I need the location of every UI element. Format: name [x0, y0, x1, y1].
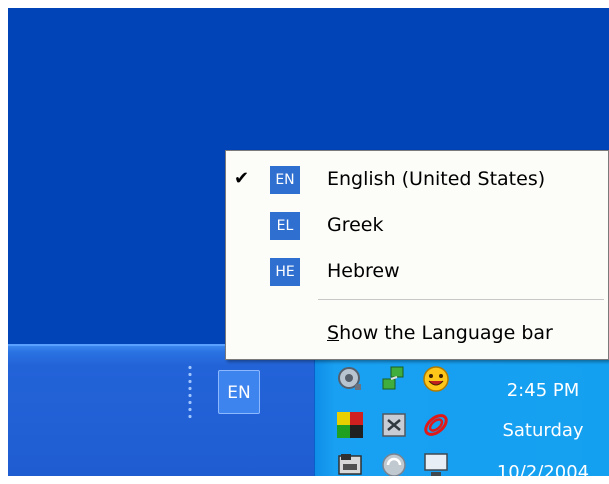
taskbar-grip[interactable]: [188, 364, 192, 420]
language-badge-el: EL: [270, 212, 300, 240]
menu-separator: [318, 299, 604, 300]
red-swirl-icon[interactable]: [421, 410, 451, 440]
language-indicator-button[interactable]: EN: [218, 370, 260, 414]
monitor-icon[interactable]: [421, 450, 451, 476]
menu-item-label: Greek: [327, 214, 384, 236]
clock-date[interactable]: 10/2/2004: [483, 462, 603, 476]
messenger-smiley-icon[interactable]: [421, 364, 451, 394]
speaker-icon[interactable]: [335, 364, 365, 394]
menu-item-label: English (United States): [327, 168, 546, 190]
language-badge-en: EN: [270, 166, 300, 194]
language-context-menu: ✔ EN English (United States) EL Greek HE…: [225, 150, 609, 360]
checkmark-icon: ✔: [234, 168, 250, 189]
language-badge-he: HE: [270, 258, 300, 286]
security-app-icon[interactable]: [379, 410, 409, 440]
sync-icon[interactable]: [379, 450, 409, 476]
device-icon[interactable]: [335, 450, 365, 476]
system-tray: 2:45 PM Saturday 10/2/2004: [314, 346, 609, 476]
menu-item-greek[interactable]: EL Greek: [226, 203, 608, 249]
network-icon[interactable]: [379, 364, 409, 394]
menu-item-show-language-bar[interactable]: Show the Language bar: [226, 311, 608, 357]
menu-item-hebrew[interactable]: HE Hebrew: [226, 249, 608, 295]
menu-item-english[interactable]: ✔ EN English (United States): [226, 157, 608, 203]
menu-item-label: Hebrew: [327, 260, 400, 282]
menu-item-label: Show the Language bar: [327, 322, 553, 344]
colorful-app-icon[interactable]: [335, 410, 365, 440]
clock-day[interactable]: Saturday: [483, 420, 603, 441]
clock-time[interactable]: 2:45 PM: [483, 380, 603, 401]
